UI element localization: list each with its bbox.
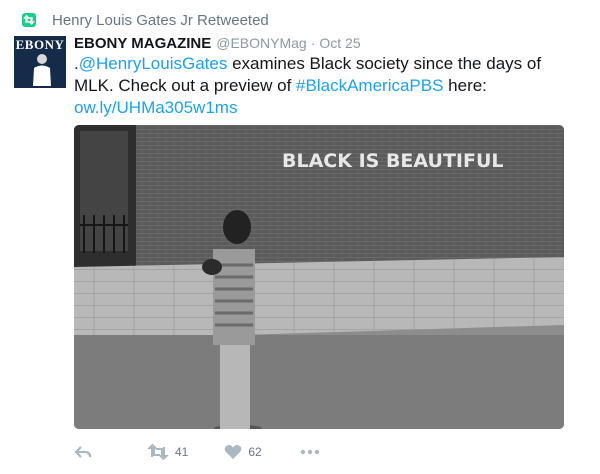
media-wall-graffiti: BLACK IS BEAUTIFUL (282, 150, 504, 172)
avatar-logo: EBONY (15, 37, 65, 52)
display-name[interactable]: EBONY MAGAZINE (74, 35, 211, 52)
mention-link[interactable]: @HenryLouisGates (79, 54, 228, 73)
avatar-figure-icon (33, 54, 51, 86)
hashtag-link[interactable]: #BlackAmericaPBS (296, 76, 443, 95)
retweet-count: 41 (175, 445, 189, 459)
url-link[interactable]: ow.ly/UHMa305w1ms (74, 98, 237, 117)
tweet-media-photo[interactable]: BLACK IS BEAUTIFUL (74, 125, 564, 429)
like-count: 62 (248, 445, 262, 459)
retweet-context[interactable]: Henry Louis Gates Jr Retweeted (22, 10, 269, 30)
retweeted-by-label[interactable]: Henry Louis Gates Jr Retweeted (52, 12, 269, 29)
retweet-button[interactable]: 41 (147, 444, 188, 460)
reply-icon (74, 446, 92, 458)
retweet-icon (147, 444, 169, 460)
tweet-header: EBONY MAGAZINE @EBONYMag · Oct 25 (74, 35, 361, 55)
text-after-hashtag: here: (443, 76, 487, 95)
tweet-actions: 41 62 (74, 442, 320, 462)
more-icon (300, 449, 319, 455)
retweet-badge-icon (22, 13, 36, 27)
separator-dot: · (310, 35, 316, 51)
like-button[interactable]: 62 (224, 444, 262, 460)
more-options-button[interactable] (300, 449, 320, 455)
reply-button[interactable] (74, 444, 92, 460)
tweet-timestamp[interactable]: Oct 25 (319, 35, 360, 51)
user-handle[interactable]: @EBONYMag (216, 35, 306, 51)
avatar[interactable]: EBONY (14, 36, 66, 88)
like-icon (225, 445, 242, 459)
tweet-text: .@HenryLouisGates examines Black society… (74, 53, 574, 119)
